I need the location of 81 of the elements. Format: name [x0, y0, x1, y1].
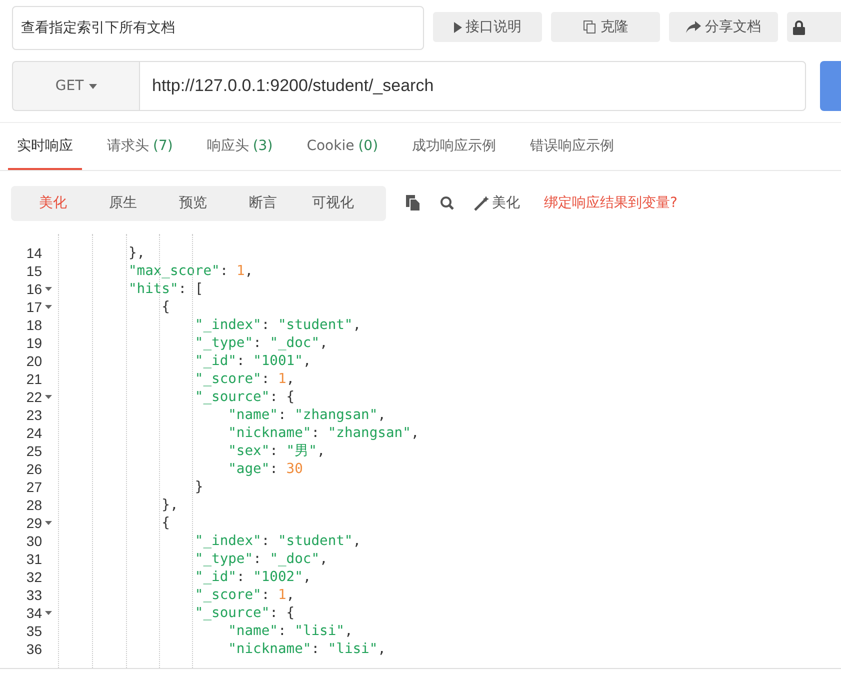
caret-icon [88, 84, 97, 88]
line-number: 14 [25, 244, 42, 262]
view-mode-option[interactable]: 断言 [233, 194, 293, 212]
line-number: 15 [25, 262, 42, 280]
line-number: 29 [25, 514, 42, 532]
line-number: 32 [25, 568, 42, 586]
view-mode-option[interactable]: 美化 [23, 194, 83, 212]
toolbar-button[interactable]: 克隆 [551, 12, 660, 42]
response-tab[interactable]: 实时响应 [8, 123, 82, 170]
line-number: 16 [25, 280, 42, 298]
code-line: }, [160, 496, 178, 514]
search-icon [440, 196, 454, 210]
beautify-button[interactable]: 美化 [474, 194, 520, 212]
code-line: } [194, 478, 204, 496]
bind-variable-link[interactable]: 绑定响应结果到变量? [544, 194, 678, 212]
magic-wand-icon [474, 196, 489, 210]
fold-caret-icon[interactable] [45, 395, 52, 399]
code-line: "_source": { [194, 388, 295, 406]
code-line: "_score": 1, [194, 370, 295, 388]
code-line: "_index": "student", [194, 316, 362, 334]
response-tab[interactable]: 错误响应示例 [521, 123, 624, 170]
code-line: }, [127, 244, 146, 262]
doc-name-field[interactable]: 查看指定索引下所有文档 [12, 6, 424, 50]
code-line: "_type": "_doc", [194, 550, 328, 568]
line-number: 36 [25, 640, 42, 658]
url-field[interactable]: http://127.0.0.1:9200/student/_search [139, 61, 806, 111]
copy-button[interactable] [406, 195, 420, 211]
line-number: 33 [25, 586, 42, 604]
lock-icon [793, 20, 805, 34]
lock-button[interactable] [787, 12, 841, 42]
search-button[interactable] [440, 196, 454, 210]
line-number: 23 [25, 406, 42, 424]
play-icon [454, 22, 462, 32]
fold-caret-icon[interactable] [45, 611, 52, 615]
copy-icon [582, 20, 596, 34]
code-line: "name": "zhangsan", [227, 406, 386, 424]
code-line: "age": 30 [227, 460, 303, 478]
response-tab[interactable]: 请求头 (7) [98, 123, 182, 170]
fold-caret-icon[interactable] [45, 521, 52, 525]
code-line: "_id": "1001", [194, 352, 312, 370]
code-line: "nickname": "zhangsan", [227, 424, 420, 442]
toolbar-button[interactable]: 接口说明 [433, 12, 542, 42]
code-line: "max_score": 1, [127, 262, 254, 280]
line-number: 30 [25, 532, 42, 550]
response-tab[interactable]: Cookie (0) [298, 123, 388, 170]
method-select[interactable]: GET [12, 61, 139, 111]
line-number: 20 [25, 352, 42, 370]
code-line: "_id": "1002", [194, 568, 312, 586]
share-icon [686, 20, 701, 34]
code-line: "sex": "男", [227, 442, 326, 460]
code-line: { [160, 514, 170, 532]
code-line: "hits": [ [127, 280, 204, 298]
response-tab[interactable]: 成功响应示例 [403, 123, 506, 170]
line-number: 21 [25, 370, 42, 388]
view-mode-option[interactable]: 原生 [93, 194, 153, 212]
fold-caret-icon[interactable] [45, 287, 52, 291]
line-number: 18 [25, 316, 42, 334]
line-number: 28 [25, 496, 42, 514]
fold-caret-icon[interactable] [45, 305, 52, 309]
code-line: "_type": "_doc", [194, 334, 328, 352]
line-number: 34 [25, 604, 42, 622]
view-mode-option[interactable]: 预览 [163, 194, 223, 212]
view-mode-option[interactable]: 可视化 [303, 194, 363, 212]
code-line: "nickname": "lisi", [227, 640, 386, 658]
code-line: "_index": "student", [194, 532, 362, 550]
line-number: 19 [25, 334, 42, 352]
line-number: 31 [25, 550, 42, 568]
code-line: "_score": 1, [194, 586, 295, 604]
code-line: "name": "lisi", [227, 622, 353, 640]
line-number: 27 [25, 478, 42, 496]
toolbar-button[interactable]: 分享文档 [669, 12, 778, 42]
line-number: 26 [25, 460, 42, 478]
line-number: 17 [25, 298, 42, 316]
line-number: 24 [25, 424, 42, 442]
code-line: { [160, 298, 170, 316]
line-number: 35 [25, 622, 42, 640]
copy-icon [406, 195, 420, 211]
line-number: 25 [25, 442, 42, 460]
code-line: "_source": { [194, 604, 295, 622]
line-number: 22 [25, 388, 42, 406]
response-tab[interactable]: 响应头 (3) [198, 123, 282, 170]
